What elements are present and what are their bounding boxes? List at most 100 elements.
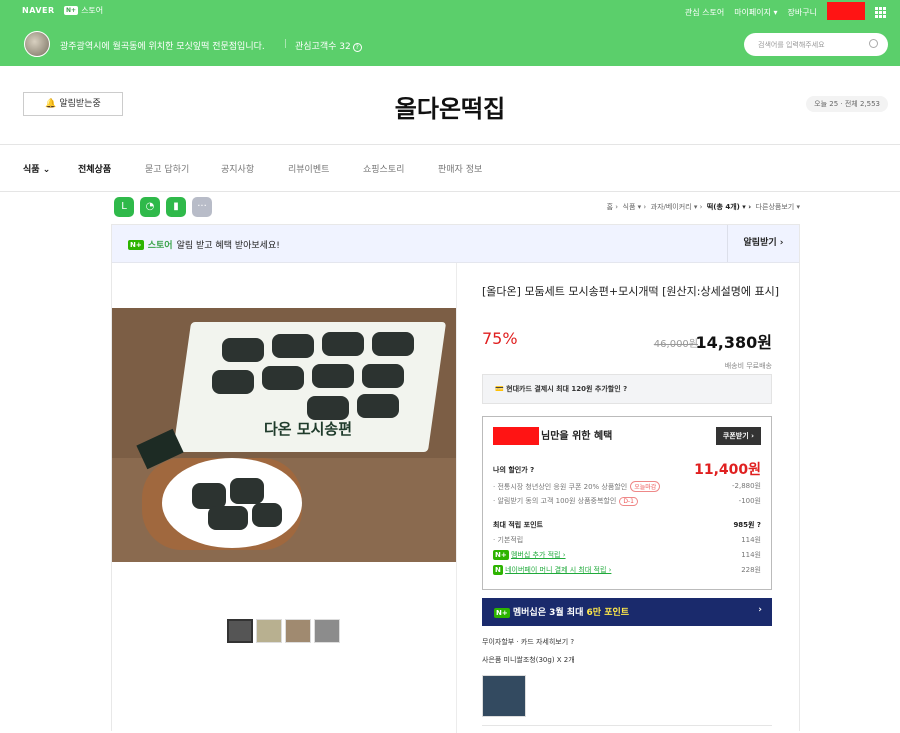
alarm-banner: N+ 스토어 알림 받고 혜택 받아보세요! 알림받기 › [112, 225, 799, 263]
apps-grid-icon[interactable] [875, 7, 886, 18]
thumbnail[interactable] [285, 619, 311, 643]
mypage-link[interactable]: 마이페이지 ▾ [734, 7, 777, 18]
membership-text: 멤버십은 3월 최대 [512, 608, 584, 618]
tab-qna[interactable]: 묻고 답하기 [145, 162, 189, 175]
line-icon[interactable]: L [114, 197, 134, 217]
tab-shopping-story[interactable]: 쇼핑스토리 [363, 162, 404, 175]
songpyeon [262, 366, 304, 390]
plate [162, 458, 302, 548]
base-points-label: · 기본적립 [493, 536, 524, 544]
product-info: [올다온] 모둠세트 모시송편+모시개떡 [원산지:상세설명에 표시] 75% … [482, 283, 782, 726]
tab-review-event[interactable]: 리뷰이벤트 [288, 162, 329, 175]
songpyeon [230, 478, 264, 504]
coupon-row-label: · 전통시장 청년상인 응원 쿠폰 20% 상품할인 오늘마감 [493, 481, 661, 492]
cart-link[interactable]: 장바구니 [788, 7, 817, 18]
tab-seller-info[interactable]: 판매자 정보 [438, 162, 482, 175]
thumbnail[interactable] [256, 619, 282, 643]
store-avatar[interactable] [24, 31, 50, 57]
breadcrumb-other-products[interactable]: 다른상품보기 ▾ [756, 203, 800, 211]
discount-rate: 75% [482, 329, 518, 348]
more-icon[interactable]: ··· [192, 197, 212, 217]
alarm-discount-text: · 알림받기 동의 고객 100원 상품중복할인 [493, 497, 617, 505]
benefit-box: 님만을 위한 혜택 쿠폰받기 › 나의 할인가 ? 11,400원 · 전통시장… [482, 416, 772, 590]
npay-points-value: 228원 [741, 566, 761, 574]
tab-notice[interactable]: 공지사항 [221, 162, 254, 175]
category-dropdown[interactable]: 식품 ⌄ [23, 162, 50, 175]
shipping-info: 배송비 무료배송 [724, 362, 772, 370]
membership-points-link[interactable]: 멤버십 추가 적립 › [511, 551, 566, 559]
thumbnail[interactable] [227, 619, 253, 643]
thumbnail[interactable] [314, 619, 340, 643]
alarm-receive-button[interactable]: 알림받기 › [727, 225, 799, 262]
product-name: [올다온] 모둠세트 모시송편+모시개떡 [원산지:상세설명에 표시] [482, 285, 780, 298]
gift-info: 사은품 미니쌀조청(30g) X 2개 [482, 656, 575, 664]
redacted-user-name [493, 427, 539, 445]
coupon-row-value: -2,880원 [731, 482, 761, 490]
top-nav-bar: NAVER N+ 스토어 관심 스토어 마이페이지 ▾ 장바구니 [0, 0, 900, 24]
box-label: 다온 모시송편 [264, 420, 353, 438]
store-brand: 스토어 [147, 241, 173, 251]
divider [482, 725, 772, 726]
search-icon[interactable] [869, 39, 878, 48]
favorite-stores-link[interactable]: 관심 스토어 [685, 7, 724, 18]
naver-logo[interactable]: NAVER [22, 6, 55, 15]
breadcrumb-tteok[interactable]: 떡(총 4개) ▾ › [707, 203, 751, 211]
points-value: 985원 ? [733, 521, 761, 529]
divider: | [284, 39, 288, 49]
breadcrumb-home[interactable]: 홈 › [607, 203, 618, 211]
fan-count-label: 관심고객수 32 [295, 42, 351, 52]
kakaostory-icon[interactable]: ◔ [140, 197, 160, 217]
coupon-row-text: · 전통시장 청년상인 응원 쿠폰 20% 상품할인 [493, 483, 628, 491]
my-discount-label: 나의 할인가 ? [493, 466, 535, 474]
points-label: 최대 적립 포인트 [493, 521, 543, 529]
songpyeon [222, 338, 264, 362]
alarm-discount-value: -100원 [738, 497, 761, 505]
base-points-value: 114원 [741, 536, 761, 544]
breadcrumb-food[interactable]: 식품 ▾ › [623, 203, 647, 211]
songpyeon [312, 364, 354, 388]
product-image-area: 다온 모시송편 [112, 263, 457, 733]
alarm-discount-label: · 알림받기 동의 고객 100원 상품중복할인 D-1 [493, 496, 638, 506]
share-buttons: L ◔ ▮ ··· [114, 197, 212, 217]
redacted-user-name [827, 2, 865, 20]
songpyeon [208, 506, 248, 530]
songpyeon [372, 332, 414, 356]
naver-store-link[interactable]: N+ 스토어 [64, 5, 103, 16]
gift-image[interactable] [482, 675, 526, 717]
breadcrumb: 홈 › 식품 ▾ › 과자/베이커리 ▾ › 떡(총 4개) ▾ › 다른상품보… [607, 202, 800, 212]
store-title[interactable]: 올다온떡집 [0, 89, 900, 124]
product-main-image[interactable]: 다온 모시송편 [112, 308, 456, 562]
tab-all-products[interactable]: 전체상품 [78, 162, 111, 175]
benefit-title-text: 님만을 위한 혜택 [541, 431, 613, 442]
membership-points-row: N+ 멤버십 추가 적립 › [493, 550, 566, 560]
breadcrumb-bakery[interactable]: 과자/베이커리 ▾ › [651, 203, 703, 211]
price-block: 75% 46,000원 14,380원 배송비 무료배송 [482, 329, 772, 370]
store-description: 광주광역시에 월곡동에 위치한 모싯잎떡 전문점입니다. [60, 42, 265, 52]
help-icon[interactable]: ? [352, 43, 362, 52]
songpyeon [307, 396, 349, 420]
songpyeon [272, 334, 314, 358]
installment-info[interactable]: 무이자할부 · 카드 자세히보기 ? [482, 637, 574, 647]
membership-banner[interactable]: N+ 멤버십은 3월 최대 6만 포인트 › [482, 598, 772, 626]
card-discount-banner[interactable]: 💳 현대카드 결제시 최대 120원 추가할인 ? [482, 374, 772, 404]
npay-points-link[interactable]: 네이버페이 머니 결제 시 최대 적립 › [505, 566, 611, 574]
nplus-badge: N+ [493, 550, 509, 560]
songpyeon [357, 394, 399, 418]
songpyeon [362, 364, 404, 388]
songpyeon [252, 503, 282, 527]
membership-points-value: 114원 [741, 551, 761, 559]
my-discount-price: 11,400원 [694, 462, 761, 478]
membership-highlight: 6만 포인트 [586, 608, 630, 618]
store-link-label: 스토어 [81, 6, 104, 15]
npay-points-row: N 네이버페이 머니 결제 시 최대 적립 › [493, 565, 611, 575]
search-input[interactable]: 검색어를 입력해주세요 [744, 33, 888, 56]
chevron-right-icon: › [758, 605, 762, 615]
thumbnail-list [227, 619, 340, 643]
store-info-bar: 광주광역시에 월곡동에 위치한 모싯잎떡 전문점입니다. | 관심고객수 32?… [0, 24, 900, 66]
search-placeholder: 검색어를 입력해주세요 [758, 41, 825, 49]
npay-icon: N [493, 565, 503, 575]
nplus-badge: N+ [128, 239, 144, 250]
coupon-button[interactable]: 쿠폰받기 › [715, 427, 761, 445]
nplus-badge: N+ [494, 608, 510, 618]
bookmark-icon[interactable]: ▮ [166, 197, 186, 217]
